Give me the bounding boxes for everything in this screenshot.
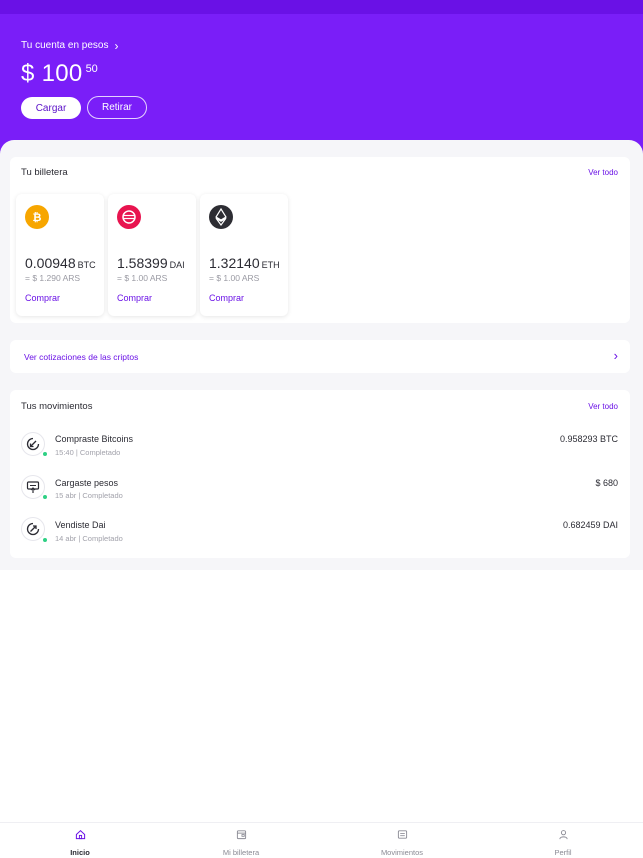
cargar-button[interactable]: Cargar (21, 97, 81, 119)
comprar-link[interactable]: Comprar (209, 293, 244, 303)
wallet-card-dai[interactable]: 1.58399 DAI = $ 1.00 ARS Comprar (108, 194, 196, 316)
movement-title: Vendiste Dai (55, 520, 106, 530)
wallet-section: Tu billetera Ver todo ₿ 0.00948 BTC = $ 1… (10, 157, 630, 323)
balance: $ 100 50 (21, 60, 98, 88)
list-icon (397, 827, 408, 845)
movements-section: Tus movimientos Ver todo Compraste Bitco… (10, 390, 630, 558)
content-area: Tu billetera Ver todo ₿ 0.00948 BTC = $ 1… (0, 140, 643, 830)
wallet-amount: 0.00948 (25, 255, 76, 271)
status-dot (42, 451, 48, 457)
wallet-title: Tu billetera (21, 167, 68, 178)
movements-title: Tus movimientos (21, 401, 93, 412)
wallet-card-btc[interactable]: ₿ 0.00948 BTC = $ 1.290 ARS Comprar (16, 194, 104, 316)
bottom-nav: Inicio Mi billetera Movimientos Perfil (0, 822, 643, 858)
cotizaciones-row[interactable]: Ver cotizaciones de las criptos › (10, 340, 630, 373)
status-dot (42, 494, 48, 500)
movement-amount: 0.958293 BTC (559, 434, 618, 444)
wallet-symbol: BTC (77, 260, 96, 270)
comprar-link[interactable]: Comprar (117, 293, 152, 303)
bitcoin-icon: ₿ (25, 205, 49, 229)
nav-label: Inicio (70, 848, 90, 857)
wallet-ars-value: = $ 1.00 ARS (117, 273, 168, 283)
nav-item-perfil[interactable]: Perfil (518, 827, 608, 857)
home-icon (75, 827, 86, 845)
nav-item-mi-billetera[interactable]: Mi billetera (196, 827, 286, 857)
ethereum-icon (209, 205, 233, 229)
wallet-amount: 1.58399 (117, 255, 168, 271)
movement-amount: $ 680 (595, 478, 618, 488)
balance-main: $ 100 (21, 60, 83, 87)
user-icon (558, 827, 569, 845)
movement-subtitle: 15:40 | Completado (55, 448, 121, 457)
chevron-right-icon: › (114, 38, 119, 53)
nav-label: Movimientos (380, 848, 424, 857)
movement-subtitle: 14 abr | Completado (55, 534, 123, 543)
wallet-card-eth[interactable]: 1.32140 ETH = $ 1.00 ARS Comprar (200, 194, 288, 316)
account-link[interactable]: Tu cuenta en pesos › (21, 38, 119, 53)
header: Tu cuenta en pesos › $ 100 50 Cargar Ret… (0, 0, 643, 160)
movement-title: Cargaste pesos (55, 478, 119, 488)
svg-text:₿: ₿ (33, 211, 42, 224)
nav-item-inicio[interactable]: Inicio (35, 827, 125, 857)
wallet-amount: 1.32140 (209, 255, 260, 271)
nav-item-movimientos[interactable]: Movimientos (357, 827, 447, 857)
balance-cents: 50 (85, 63, 98, 75)
movements-ver-todo-link[interactable]: Ver todo (588, 402, 618, 411)
wallet-symbol: DAI (169, 260, 185, 270)
movement-amount: 0.682459 DAI (562, 520, 618, 530)
retirar-button[interactable]: Retirar (87, 96, 147, 119)
wallet-icon (236, 827, 247, 845)
chevron-right-icon: › (613, 348, 618, 363)
status-dot (42, 537, 48, 543)
wallet-ars-value: = $ 1.290 ARS (25, 273, 81, 283)
movement-subtitle: 15 abr | Completado (55, 491, 123, 500)
sell-icon (21, 517, 45, 541)
account-label: Tu cuenta en pesos (21, 40, 109, 51)
comprar-link[interactable]: Comprar (25, 293, 60, 303)
wallet-ver-todo-link[interactable]: Ver todo (588, 168, 618, 177)
cotizaciones-label: Ver cotizaciones de las criptos (24, 352, 139, 362)
nav-label: Mi billetera (222, 848, 260, 857)
nav-label: Perfil (554, 848, 572, 857)
status-bar (0, 0, 643, 14)
movement-title: Compraste Bitcoins (55, 434, 134, 444)
wallet-ars-value: = $ 1.00 ARS (209, 273, 260, 283)
wallet-symbol: ETH (261, 260, 280, 270)
dai-icon (117, 205, 141, 229)
